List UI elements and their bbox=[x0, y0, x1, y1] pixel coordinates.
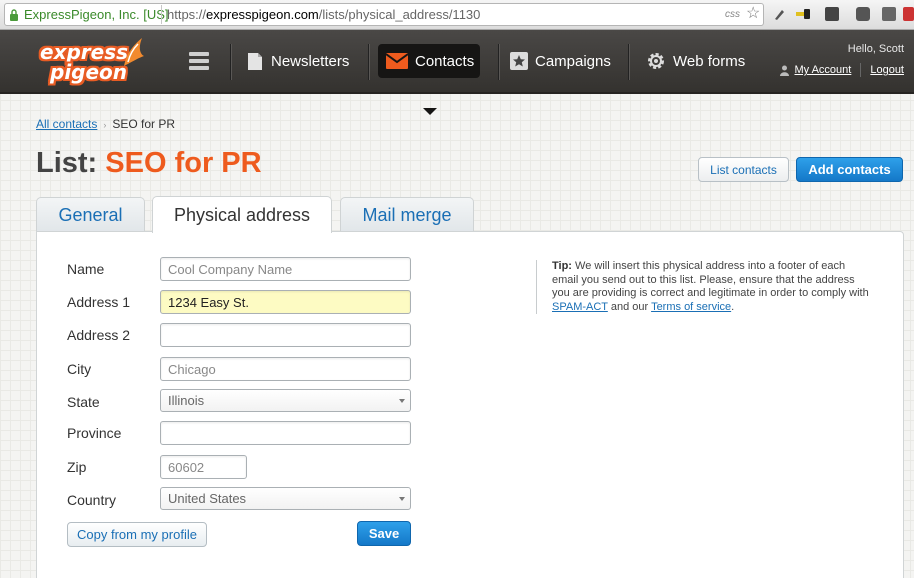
tip-text-middle: and our bbox=[607, 300, 652, 313]
tip-label: Tip: bbox=[552, 260, 572, 272]
nav-divider bbox=[628, 44, 629, 80]
bookmark-star-icon[interactable]: ☆ bbox=[746, 6, 760, 22]
state-select-value: Illinois bbox=[168, 393, 205, 408]
dropdown-arrow-icon bbox=[399, 497, 405, 501]
city-label: City bbox=[67, 361, 92, 377]
logout-link[interactable]: Logout bbox=[870, 64, 904, 76]
breadcrumb-all-contacts[interactable]: All contacts bbox=[36, 117, 97, 131]
nav-campaigns[interactable]: Campaigns bbox=[502, 44, 619, 78]
app-header: express pigeon Newsletters Contacts Camp… bbox=[0, 30, 914, 115]
page-title-prefix: List: bbox=[36, 147, 98, 179]
copy-from-profile-button[interactable]: Copy from my profile bbox=[67, 522, 207, 547]
menu-hamburger-icon[interactable] bbox=[189, 52, 209, 70]
nav-contacts[interactable]: Contacts bbox=[378, 44, 480, 78]
nav-divider bbox=[498, 44, 499, 80]
breadcrumb-current: SEO for PR bbox=[112, 117, 176, 131]
nav-web-forms-label: Web forms bbox=[673, 52, 746, 70]
logo[interactable]: express pigeon bbox=[34, 36, 144, 88]
state-label: State bbox=[67, 394, 100, 410]
gear-icon bbox=[646, 51, 666, 71]
country-select-value: United States bbox=[168, 491, 247, 506]
add-contacts-button[interactable]: Add contacts bbox=[796, 157, 903, 182]
extension-pocket-icon[interactable] bbox=[856, 7, 870, 21]
css-badge[interactable]: css bbox=[725, 9, 740, 20]
nav-campaigns-label: Campaigns bbox=[535, 52, 611, 70]
list-contacts-button[interactable]: List contacts bbox=[698, 157, 789, 182]
physical-address-panel: Name Address 1 Address 2 City State Illi… bbox=[36, 231, 904, 578]
extension-box-icon[interactable] bbox=[825, 7, 839, 21]
tab-general[interactable]: General bbox=[36, 197, 145, 232]
tab-physical-address[interactable]: Physical address bbox=[152, 196, 332, 233]
url-domain: expresspigeon.com bbox=[206, 7, 319, 22]
pigeon-icon bbox=[124, 38, 144, 66]
city-input[interactable] bbox=[160, 357, 411, 381]
address2-input[interactable] bbox=[160, 323, 411, 347]
logo-text-line1: express bbox=[40, 40, 129, 64]
url-text[interactable]: https://expresspigeon.com/lists/physical… bbox=[167, 7, 480, 22]
nav-contacts-label: Contacts bbox=[415, 52, 475, 70]
envelope-icon bbox=[386, 53, 408, 69]
url-path: /lists/physical_address/1130 bbox=[318, 7, 481, 22]
nav-divider bbox=[368, 44, 369, 80]
address1-input[interactable] bbox=[160, 290, 411, 314]
nav-newsletters-label: Newsletters bbox=[271, 52, 350, 70]
name-input[interactable] bbox=[160, 257, 411, 281]
tip-text: We will insert this physical address int… bbox=[552, 260, 869, 299]
newsletter-icon bbox=[246, 52, 264, 71]
address1-label: Address 1 bbox=[67, 294, 131, 310]
breadcrumb-separator: › bbox=[103, 120, 107, 130]
page-title-list-name: SEO for PR bbox=[105, 147, 262, 179]
nav-divider bbox=[230, 44, 231, 80]
address-bar[interactable]: ExpressPigeon, Inc. [US] https://express… bbox=[4, 3, 764, 26]
lock-icon bbox=[10, 9, 18, 21]
greeting: Hello, Scott bbox=[847, 43, 904, 55]
account-links: My Account Logout bbox=[780, 63, 904, 77]
zip-input[interactable] bbox=[160, 455, 247, 479]
links-divider bbox=[860, 63, 862, 77]
dropdown-arrow-icon bbox=[399, 399, 405, 403]
extension-notes-icon[interactable] bbox=[882, 7, 896, 21]
extension-red-icon[interactable] bbox=[903, 7, 914, 21]
extension-yellow-icon[interactable] bbox=[796, 7, 810, 21]
url-divider bbox=[161, 5, 162, 24]
person-icon bbox=[780, 65, 790, 76]
address2-label: Address 2 bbox=[67, 327, 131, 343]
zip-label: Zip bbox=[67, 459, 87, 475]
state-select[interactable]: Illinois bbox=[160, 389, 411, 412]
name-label: Name bbox=[67, 261, 105, 277]
tip-box: Tip: We will insert this physical addres… bbox=[536, 260, 871, 314]
spam-act-link[interactable]: SPAM-ACT bbox=[552, 301, 608, 313]
active-nav-caret bbox=[423, 108, 437, 115]
logo-text-line2: pigeon bbox=[50, 60, 128, 84]
browser-toolbar: ExpressPigeon, Inc. [US] https://express… bbox=[0, 0, 914, 30]
terms-of-service-link[interactable]: Terms of service bbox=[651, 301, 731, 313]
site-identity: ExpressPigeon, Inc. [US] bbox=[24, 7, 169, 22]
star-box-icon bbox=[510, 52, 528, 70]
url-scheme: https:// bbox=[167, 7, 207, 22]
breadcrumb: All contacts › SEO for PR bbox=[36, 117, 175, 131]
province-input[interactable] bbox=[160, 421, 411, 445]
country-label: Country bbox=[67, 492, 117, 508]
page-title: List: SEO for PR bbox=[36, 147, 262, 180]
extension-pen-icon[interactable] bbox=[772, 7, 786, 21]
tip-text-end: . bbox=[731, 300, 735, 313]
nav-newsletters[interactable]: Newsletters bbox=[238, 44, 357, 78]
tab-mail-merge[interactable]: Mail merge bbox=[340, 197, 474, 232]
nav-web-forms[interactable]: Web forms bbox=[638, 44, 753, 78]
country-select[interactable]: United States bbox=[160, 487, 411, 510]
province-label: Province bbox=[67, 425, 122, 441]
save-button[interactable]: Save bbox=[357, 521, 411, 546]
my-account-link[interactable]: My Account bbox=[794, 64, 851, 76]
